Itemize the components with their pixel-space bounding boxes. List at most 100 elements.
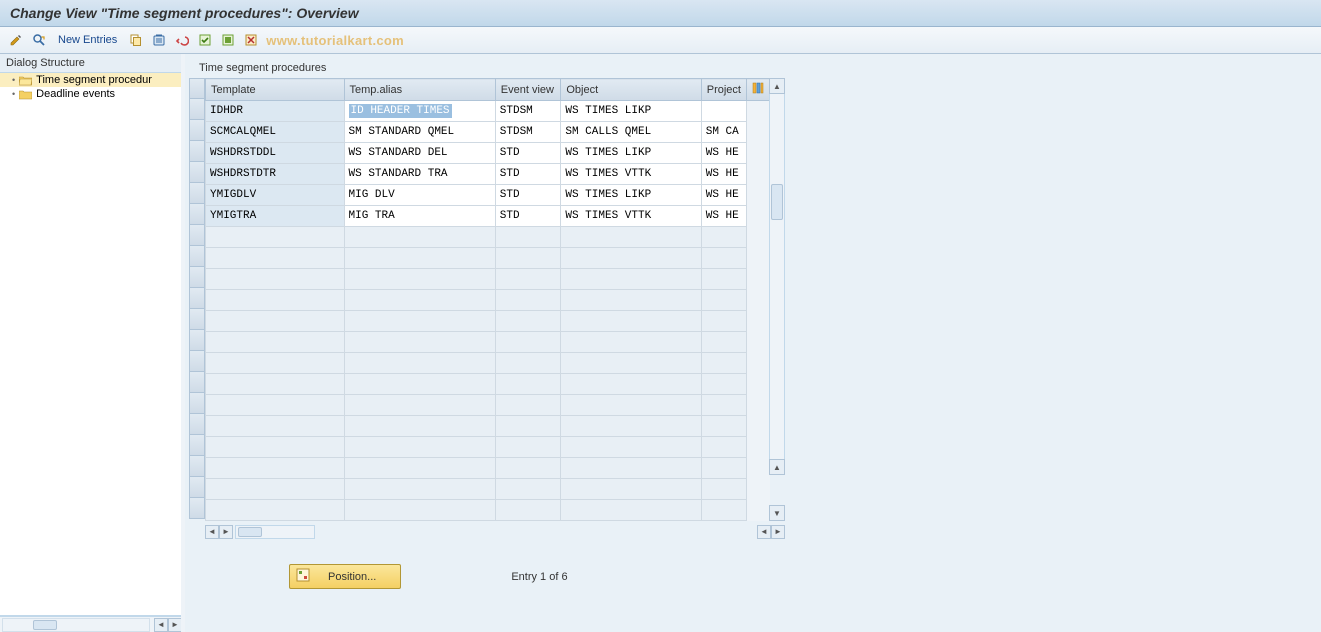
scroll-up2-icon[interactable]: ▲ — [769, 459, 785, 475]
empty-cell[interactable] — [495, 437, 561, 458]
empty-cell[interactable] — [206, 311, 345, 332]
col-header-template[interactable]: Template — [206, 79, 345, 101]
empty-cell[interactable] — [561, 332, 701, 353]
scroll-down-icon[interactable]: ▼ — [769, 505, 785, 521]
empty-cell[interactable] — [561, 479, 701, 500]
row-selector[interactable] — [189, 330, 205, 351]
empty-cell[interactable] — [701, 227, 746, 248]
undo-icon[interactable] — [172, 30, 192, 50]
hscroll-track[interactable] — [2, 618, 150, 632]
empty-cell[interactable] — [206, 248, 345, 269]
row-selector[interactable] — [189, 246, 205, 267]
empty-cell[interactable] — [701, 500, 746, 521]
empty-cell[interactable] — [561, 269, 701, 290]
empty-cell[interactable] — [701, 416, 746, 437]
empty-cell[interactable] — [561, 500, 701, 521]
table-row-empty[interactable] — [206, 437, 770, 458]
table-config-icon[interactable] — [746, 79, 769, 101]
cell-event-view[interactable]: STD — [495, 185, 561, 206]
row-selector[interactable] — [189, 351, 205, 372]
table-row[interactable]: YMIGDLVMIG DLVSTDWS TIMES LIKPWS HE — [206, 185, 770, 206]
empty-cell[interactable] — [495, 395, 561, 416]
empty-cell[interactable] — [701, 290, 746, 311]
copy-as-icon[interactable] — [126, 30, 146, 50]
row-selector[interactable] — [189, 372, 205, 393]
empty-cell[interactable] — [561, 416, 701, 437]
empty-cell[interactable] — [206, 269, 345, 290]
row-selector[interactable] — [189, 393, 205, 414]
cell-template[interactable]: SCMCALQMEL — [206, 122, 345, 143]
cell-object[interactable]: SM CALLS QMEL — [561, 122, 701, 143]
empty-cell[interactable] — [561, 374, 701, 395]
hscroll-left2-icon[interactable]: ◄ — [757, 525, 771, 539]
scroll-up-icon[interactable]: ▲ — [769, 78, 785, 94]
empty-cell[interactable] — [701, 311, 746, 332]
table-row-empty[interactable] — [206, 416, 770, 437]
cell-temp-alias[interactable]: SM STANDARD QMEL — [344, 122, 495, 143]
table-row-empty[interactable] — [206, 332, 770, 353]
table-row-empty[interactable] — [206, 500, 770, 521]
empty-cell[interactable] — [701, 437, 746, 458]
cell-template[interactable]: WSHDRSTDDL — [206, 143, 345, 164]
position-button[interactable]: Position... — [289, 564, 401, 589]
empty-cell[interactable] — [344, 374, 495, 395]
empty-cell[interactable] — [495, 353, 561, 374]
cell-temp-alias[interactable]: WS STANDARD TRA — [344, 164, 495, 185]
cell-temp-alias[interactable]: ID HEADER TIMES — [344, 101, 495, 122]
col-header-object[interactable]: Object — [561, 79, 701, 101]
empty-cell[interactable] — [344, 269, 495, 290]
table-row-empty[interactable] — [206, 269, 770, 290]
cell-template[interactable]: YMIGTRA — [206, 206, 345, 227]
row-selector[interactable] — [189, 288, 205, 309]
col-header-event-view[interactable]: Event view — [495, 79, 561, 101]
toggle-display-change-icon[interactable] — [6, 30, 26, 50]
empty-cell[interactable] — [561, 458, 701, 479]
cell-temp-alias[interactable]: MIG TRA — [344, 206, 495, 227]
empty-cell[interactable] — [495, 227, 561, 248]
cell-template[interactable]: WSHDRSTDTR — [206, 164, 345, 185]
cell-event-view[interactable]: STD — [495, 164, 561, 185]
empty-cell[interactable] — [344, 416, 495, 437]
empty-cell[interactable] — [495, 332, 561, 353]
row-header-corner[interactable] — [189, 78, 205, 99]
cell-object[interactable]: WS TIMES VTTK — [561, 164, 701, 185]
empty-cell[interactable] — [701, 374, 746, 395]
empty-cell[interactable] — [701, 479, 746, 500]
cell-project[interactable] — [701, 101, 746, 122]
cell-temp-alias[interactable]: WS STANDARD DEL — [344, 143, 495, 164]
table-row-empty[interactable] — [206, 227, 770, 248]
delete-icon[interactable] — [149, 30, 169, 50]
cell-template[interactable]: IDHDR — [206, 101, 345, 122]
tree-item-deadline-events[interactable]: • Deadline events — [0, 87, 184, 101]
hscroll-track[interactable] — [235, 525, 315, 539]
empty-cell[interactable] — [344, 479, 495, 500]
scroll-left-icon[interactable]: ◄ — [154, 618, 168, 632]
row-selector[interactable] — [189, 435, 205, 456]
empty-cell[interactable] — [701, 458, 746, 479]
table-row[interactable]: WSHDRSTDTRWS STANDARD TRASTDWS TIMES VTT… — [206, 164, 770, 185]
scroll-right-icon[interactable]: ► — [168, 618, 182, 632]
cell-event-view[interactable]: STD — [495, 206, 561, 227]
row-selector[interactable] — [189, 477, 205, 498]
empty-cell[interactable] — [206, 458, 345, 479]
empty-cell[interactable] — [344, 500, 495, 521]
cell-project[interactable]: WS HE — [701, 164, 746, 185]
table-row[interactable]: IDHDRID HEADER TIMESSTDSMWS TIMES LIKP — [206, 101, 770, 122]
empty-cell[interactable] — [495, 290, 561, 311]
empty-cell[interactable] — [701, 332, 746, 353]
cell-event-view[interactable]: STDSM — [495, 122, 561, 143]
empty-cell[interactable] — [344, 311, 495, 332]
col-header-project[interactable]: Project — [701, 79, 746, 101]
empty-cell[interactable] — [344, 332, 495, 353]
row-selector[interactable] — [189, 162, 205, 183]
hscroll-right-icon[interactable]: ► — [219, 525, 233, 539]
select-block-icon[interactable] — [218, 30, 238, 50]
empty-cell[interactable] — [495, 311, 561, 332]
table-row-empty[interactable] — [206, 395, 770, 416]
table-row-empty[interactable] — [206, 248, 770, 269]
empty-cell[interactable] — [701, 248, 746, 269]
hscroll-right2-icon[interactable]: ► — [771, 525, 785, 539]
row-selector[interactable] — [189, 456, 205, 477]
row-selector[interactable] — [189, 309, 205, 330]
empty-cell[interactable] — [206, 332, 345, 353]
